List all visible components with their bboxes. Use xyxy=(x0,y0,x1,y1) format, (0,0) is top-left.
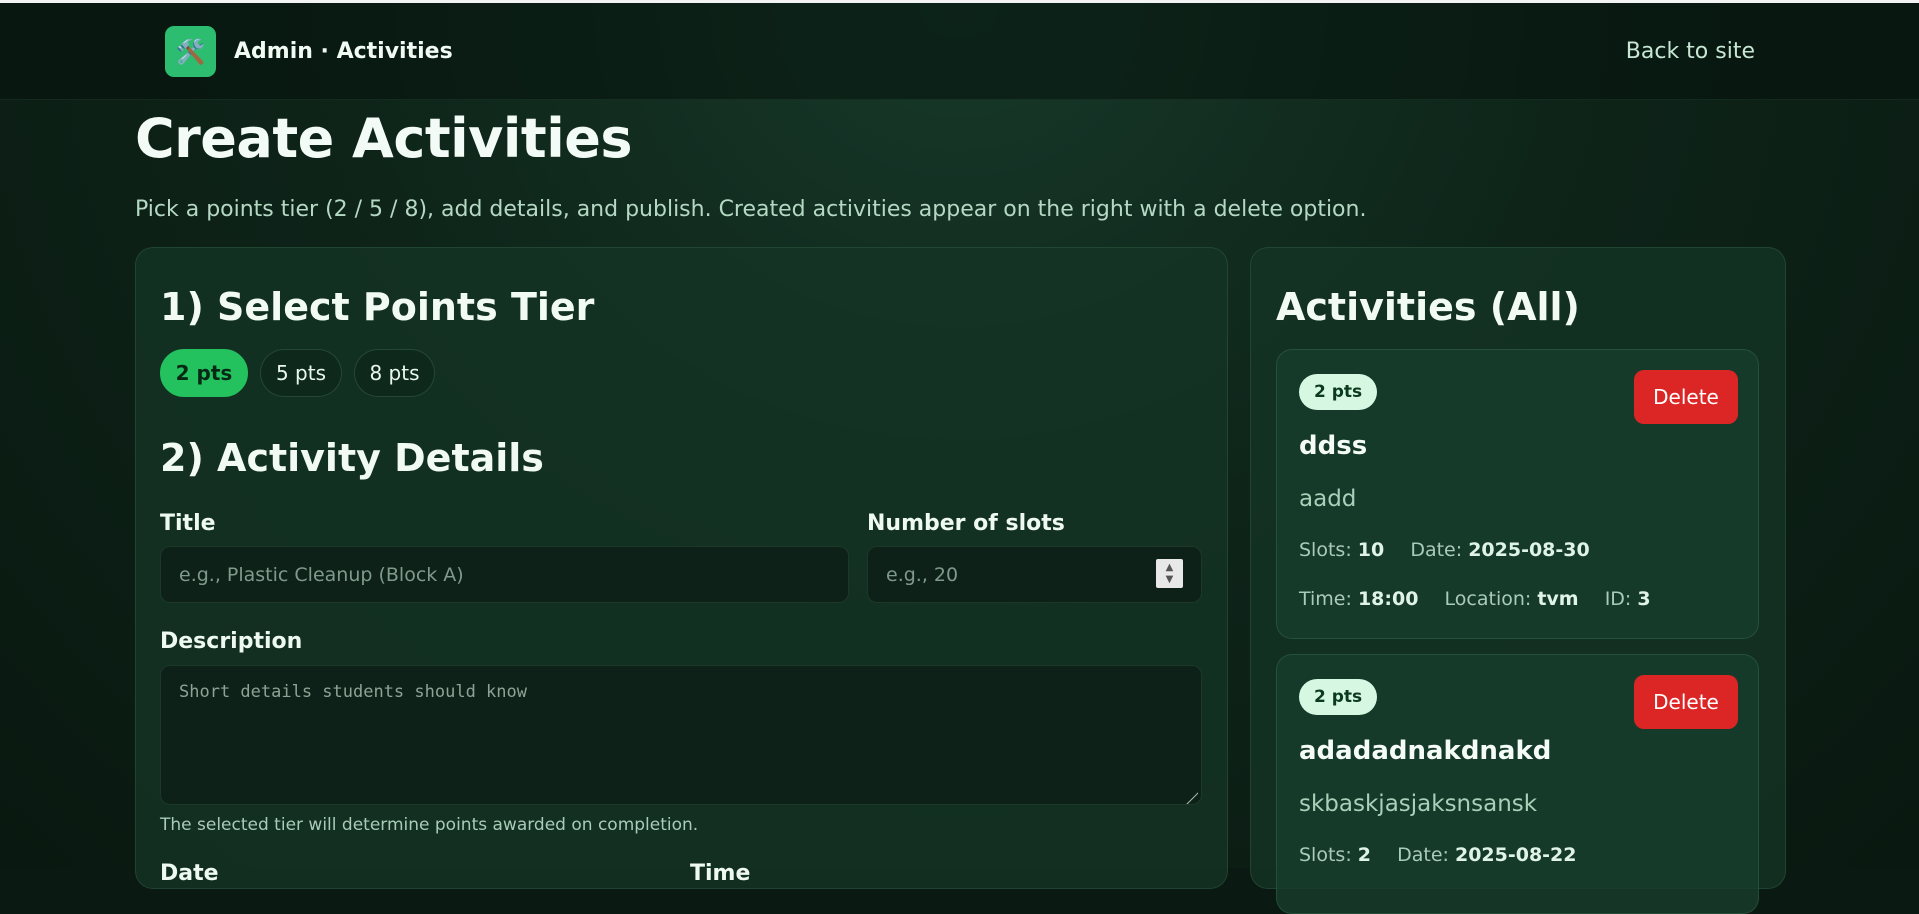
tier-8-pts-button[interactable]: 8 pts xyxy=(354,349,435,397)
date-value: 2025-08-22 xyxy=(1454,844,1577,866)
slots-value: 2 xyxy=(1357,844,1371,866)
id-meta-label: ID: xyxy=(1604,588,1632,610)
activity-meta-row-1: Slots: 10 Date: 2025-08-30 xyxy=(1299,539,1590,561)
time-label: Time xyxy=(690,861,751,886)
brand-title: Admin · Activities xyxy=(234,39,453,64)
time-value: 18:00 xyxy=(1357,588,1419,610)
date-meta-label: Date: xyxy=(1397,844,1449,866)
tier-heading: 1) Select Points Tier xyxy=(160,285,595,329)
date-meta-label: Date: xyxy=(1410,539,1463,561)
chevron-down-icon[interactable]: ▼ xyxy=(1166,574,1174,586)
activity-meta-row-2: Time: 18:00 Location: tvm ID: 3 xyxy=(1299,588,1651,610)
chevron-up-icon[interactable]: ▲ xyxy=(1166,562,1174,574)
location-value: tvm xyxy=(1537,588,1579,610)
delete-button[interactable]: Delete xyxy=(1634,675,1738,729)
activity-card: 2 pts Delete adadadnakdnakd skbaskjasjak… xyxy=(1276,654,1759,914)
slots-meta-label: Slots: xyxy=(1299,844,1352,866)
date-label: Date xyxy=(160,861,219,886)
title-input[interactable] xyxy=(160,546,849,603)
tier-2-pts-button[interactable]: 2 pts xyxy=(160,349,248,397)
back-to-site-link[interactable]: Back to site xyxy=(1626,39,1755,64)
page-title: Create Activities xyxy=(135,107,633,170)
tier-hint-text: The selected tier will determine points … xyxy=(160,815,699,835)
points-badge: 2 pts xyxy=(1299,374,1378,410)
slots-label: Number of slots xyxy=(867,511,1065,536)
delete-button[interactable]: Delete xyxy=(1634,370,1738,424)
activity-description: aadd xyxy=(1299,486,1357,512)
page-subtitle: Pick a points tier (2 / 5 / 8), add deta… xyxy=(135,197,1367,222)
activity-card: 2 pts Delete ddss aadd Slots: 10 Date: 2… xyxy=(1276,349,1759,639)
date-value: 2025-08-30 xyxy=(1468,539,1590,561)
slots-input[interactable] xyxy=(867,546,1202,603)
location-meta-label: Location: xyxy=(1444,588,1532,610)
top-header: 🛠️ Admin · Activities Back to site xyxy=(0,3,1919,100)
slots-meta-label: Slots: xyxy=(1299,539,1352,561)
description-textarea[interactable] xyxy=(160,665,1202,805)
slots-stepper[interactable]: ▲ ▼ xyxy=(1156,559,1183,588)
points-badge: 2 pts xyxy=(1299,679,1378,715)
description-label: Description xyxy=(160,629,303,654)
details-heading: 2) Activity Details xyxy=(160,436,544,480)
title-label: Title xyxy=(160,511,216,536)
activity-description: skbaskjasjaksnsansk xyxy=(1299,791,1538,817)
slots-value: 10 xyxy=(1357,539,1385,561)
tools-icon: 🛠️ xyxy=(165,26,216,77)
id-value: 3 xyxy=(1637,588,1651,610)
tier-5-pts-button[interactable]: 5 pts xyxy=(260,349,342,397)
page: 🛠️ Admin · Activities Back to site Creat… xyxy=(0,3,1919,914)
activity-title: ddss xyxy=(1299,431,1368,461)
activity-meta-row-1: Slots: 2 Date: 2025-08-22 xyxy=(1299,844,1577,866)
activities-heading: Activities (All) xyxy=(1276,285,1580,329)
time-meta-label: Time: xyxy=(1299,588,1352,610)
activity-title: adadadnakdnakd xyxy=(1299,736,1552,766)
